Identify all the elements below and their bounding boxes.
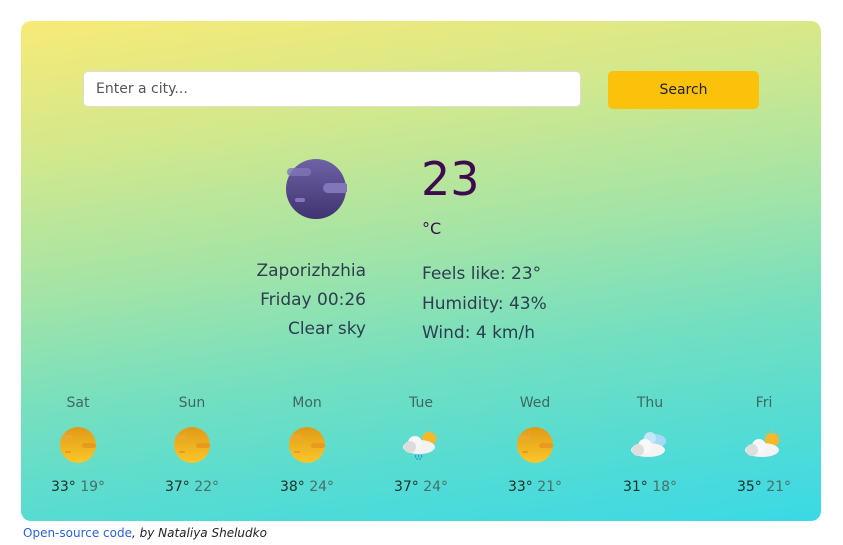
weather-details: Feels like: 23° Humidity: 43% Wind: 4 km…	[422, 260, 547, 349]
weather-card: Search 23 °C Zaporizhzhia Friday 00:26 C…	[21, 21, 821, 521]
forecast-day: Thu 31° 18°	[600, 393, 700, 495]
temperature-unit-toggle[interactable]: °C	[422, 219, 441, 238]
forecast-day-name: Fri	[755, 395, 773, 411]
city-search-input[interactable]	[83, 71, 581, 107]
forecast-day-name: Mon	[292, 395, 322, 411]
moon-clear-night-icon	[286, 159, 347, 219]
forecast-temps: 31° 18°	[600, 479, 700, 495]
forecast: Sat 33° 19° Sun 37° 22° Mon 38° 24° Tue …	[21, 393, 821, 503]
forecast-day-name: Sun	[178, 395, 206, 411]
feels-like: Feels like: 23°	[422, 264, 542, 284]
forecast-min-temp: 19°	[80, 479, 106, 495]
clouds-icon	[630, 425, 670, 465]
forecast-temps: 37° 22°	[142, 479, 242, 495]
source-code-link[interactable]: Open-source code	[23, 526, 132, 540]
forecast-day-name: Tue	[409, 395, 433, 411]
forecast-min-temp: 18°	[652, 479, 678, 495]
footer: Open-source code, by Nataliya Sheludko	[23, 526, 267, 540]
weather-description: Clear sky	[287, 319, 366, 339]
forecast-day-name: Wed	[519, 395, 551, 411]
sun-icon	[287, 425, 327, 465]
forecast-max-temp: 37°	[164, 479, 190, 495]
forecast-temps: 37° 24°	[371, 479, 471, 495]
forecast-day: Fri 35° 21°	[714, 393, 814, 495]
forecast-temps: 38° 24°	[257, 479, 357, 495]
wind: Wind: 4 km/h	[422, 323, 535, 343]
forecast-day: Mon 38° 24°	[257, 393, 357, 495]
sun-icon	[172, 425, 212, 465]
humidity: Humidity: 43%	[422, 293, 547, 314]
forecast-max-temp: 33°	[507, 479, 533, 495]
forecast-min-temp: 21°	[766, 479, 792, 495]
forecast-day: Tue 37° 24°	[371, 393, 471, 495]
forecast-day: Sun 37° 22°	[142, 393, 242, 495]
current-temperature: 23	[421, 152, 480, 206]
forecast-max-temp: 38°	[279, 479, 305, 495]
forecast-day-name: Sat	[66, 395, 90, 411]
city-name: Zaporizhzhia	[256, 261, 366, 281]
partly-cloudy-icon	[744, 425, 784, 465]
forecast-temps: 33° 19°	[28, 479, 128, 495]
forecast-min-temp: 24°	[423, 479, 449, 495]
forecast-day-name: Thu	[636, 395, 664, 411]
forecast-max-temp: 31°	[622, 479, 648, 495]
search-button[interactable]: Search	[608, 71, 759, 109]
forecast-min-temp: 22°	[194, 479, 220, 495]
sun-icon	[515, 425, 555, 465]
location-info: Zaporizhzhia Friday 00:26 Clear sky	[201, 257, 366, 344]
forecast-max-temp: 35°	[736, 479, 762, 495]
sun-icon	[58, 425, 98, 465]
forecast-day: Wed 33° 21°	[485, 393, 585, 495]
forecast-max-temp: 33°	[50, 479, 76, 495]
author-credit: , by Nataliya Sheludko	[131, 526, 267, 540]
forecast-temps: 35° 21°	[714, 479, 814, 495]
forecast-temps: 33° 21°	[485, 479, 585, 495]
forecast-day: Sat 33° 19°	[28, 393, 128, 495]
rain-sun-cloud-icon	[401, 425, 441, 465]
forecast-min-temp: 24°	[309, 479, 335, 495]
current-datetime: Friday 00:26	[260, 290, 366, 310]
forecast-min-temp: 21°	[537, 479, 563, 495]
forecast-max-temp: 37°	[393, 479, 419, 495]
